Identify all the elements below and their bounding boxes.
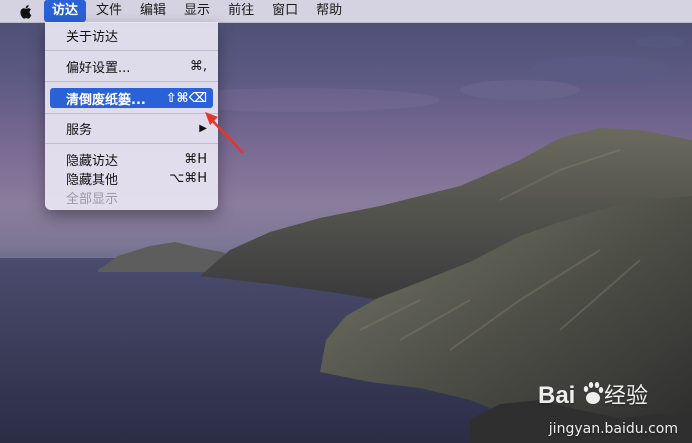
menu-separator bbox=[45, 81, 218, 82]
menu-view[interactable]: 显示 bbox=[176, 0, 218, 22]
menu-window[interactable]: 窗口 bbox=[264, 0, 306, 22]
finder-menu-dropdown: 关于访达 偏好设置... ⌘, 清倒废纸篓... ⇧⌘⌫ 服务 ▶ 隐藏访达 ⌘… bbox=[45, 22, 218, 210]
menu-item-label: 服务 bbox=[66, 122, 93, 138]
menu-item-empty-trash[interactable]: 清倒废纸篓... ⇧⌘⌫ bbox=[50, 88, 213, 108]
menu-finder[interactable]: 访达 bbox=[44, 0, 87, 22]
menu-item-show-all: 全部显示 bbox=[50, 187, 213, 207]
svg-text:经验: 经验 bbox=[604, 384, 648, 409]
menu-item-label: 清倒废纸篓... bbox=[66, 92, 146, 108]
baidu-logo-icon: Bai 经验 bbox=[538, 379, 668, 413]
menu-item-services[interactable]: 服务 ▶ bbox=[50, 118, 213, 138]
menu-separator bbox=[45, 113, 218, 114]
menu-item-shortcut: ⌘, bbox=[189, 58, 207, 74]
menu-separator bbox=[45, 143, 218, 144]
menu-file[interactable]: 文件 bbox=[88, 0, 130, 22]
menu-item-label: 关于访达 bbox=[66, 29, 119, 45]
svg-text:Bai: Bai bbox=[538, 382, 575, 409]
menu-item-hide-finder[interactable]: 隐藏访达 ⌘H bbox=[50, 149, 213, 169]
menu-help[interactable]: 帮助 bbox=[308, 0, 350, 22]
menu-item-shortcut: ⇧⌘⌫ bbox=[165, 90, 207, 106]
menu-item-label: 偏好设置... bbox=[66, 60, 131, 76]
annotation-arrow-icon bbox=[205, 112, 244, 154]
apple-menu-icon[interactable] bbox=[14, 0, 36, 22]
menu-item-label: 隐藏访达 bbox=[66, 153, 119, 169]
watermark-brand: Bai 经验 bbox=[538, 382, 648, 409]
menu-bar: 访达 文件 编辑 显示 前往 窗口 帮助 bbox=[0, 0, 692, 23]
menu-item-hide-others[interactable]: 隐藏其他 ⌥⌘H bbox=[50, 168, 213, 188]
menu-separator bbox=[45, 50, 218, 51]
watermark-url: jingyan.baidu.com bbox=[548, 421, 678, 437]
menu-item-about-finder[interactable]: 关于访达 bbox=[50, 25, 213, 45]
menu-item-label: 隐藏其他 bbox=[66, 172, 119, 188]
menu-edit[interactable]: 编辑 bbox=[132, 0, 174, 22]
baidu-watermark: Bai 经验 jingyan.baidu.com bbox=[518, 377, 678, 437]
menu-item-label: 全部显示 bbox=[66, 191, 119, 207]
menu-go[interactable]: 前往 bbox=[220, 0, 262, 22]
menu-item-shortcut: ⌥⌘H bbox=[169, 170, 207, 186]
menu-item-preferences[interactable]: 偏好设置... ⌘, bbox=[50, 56, 213, 76]
